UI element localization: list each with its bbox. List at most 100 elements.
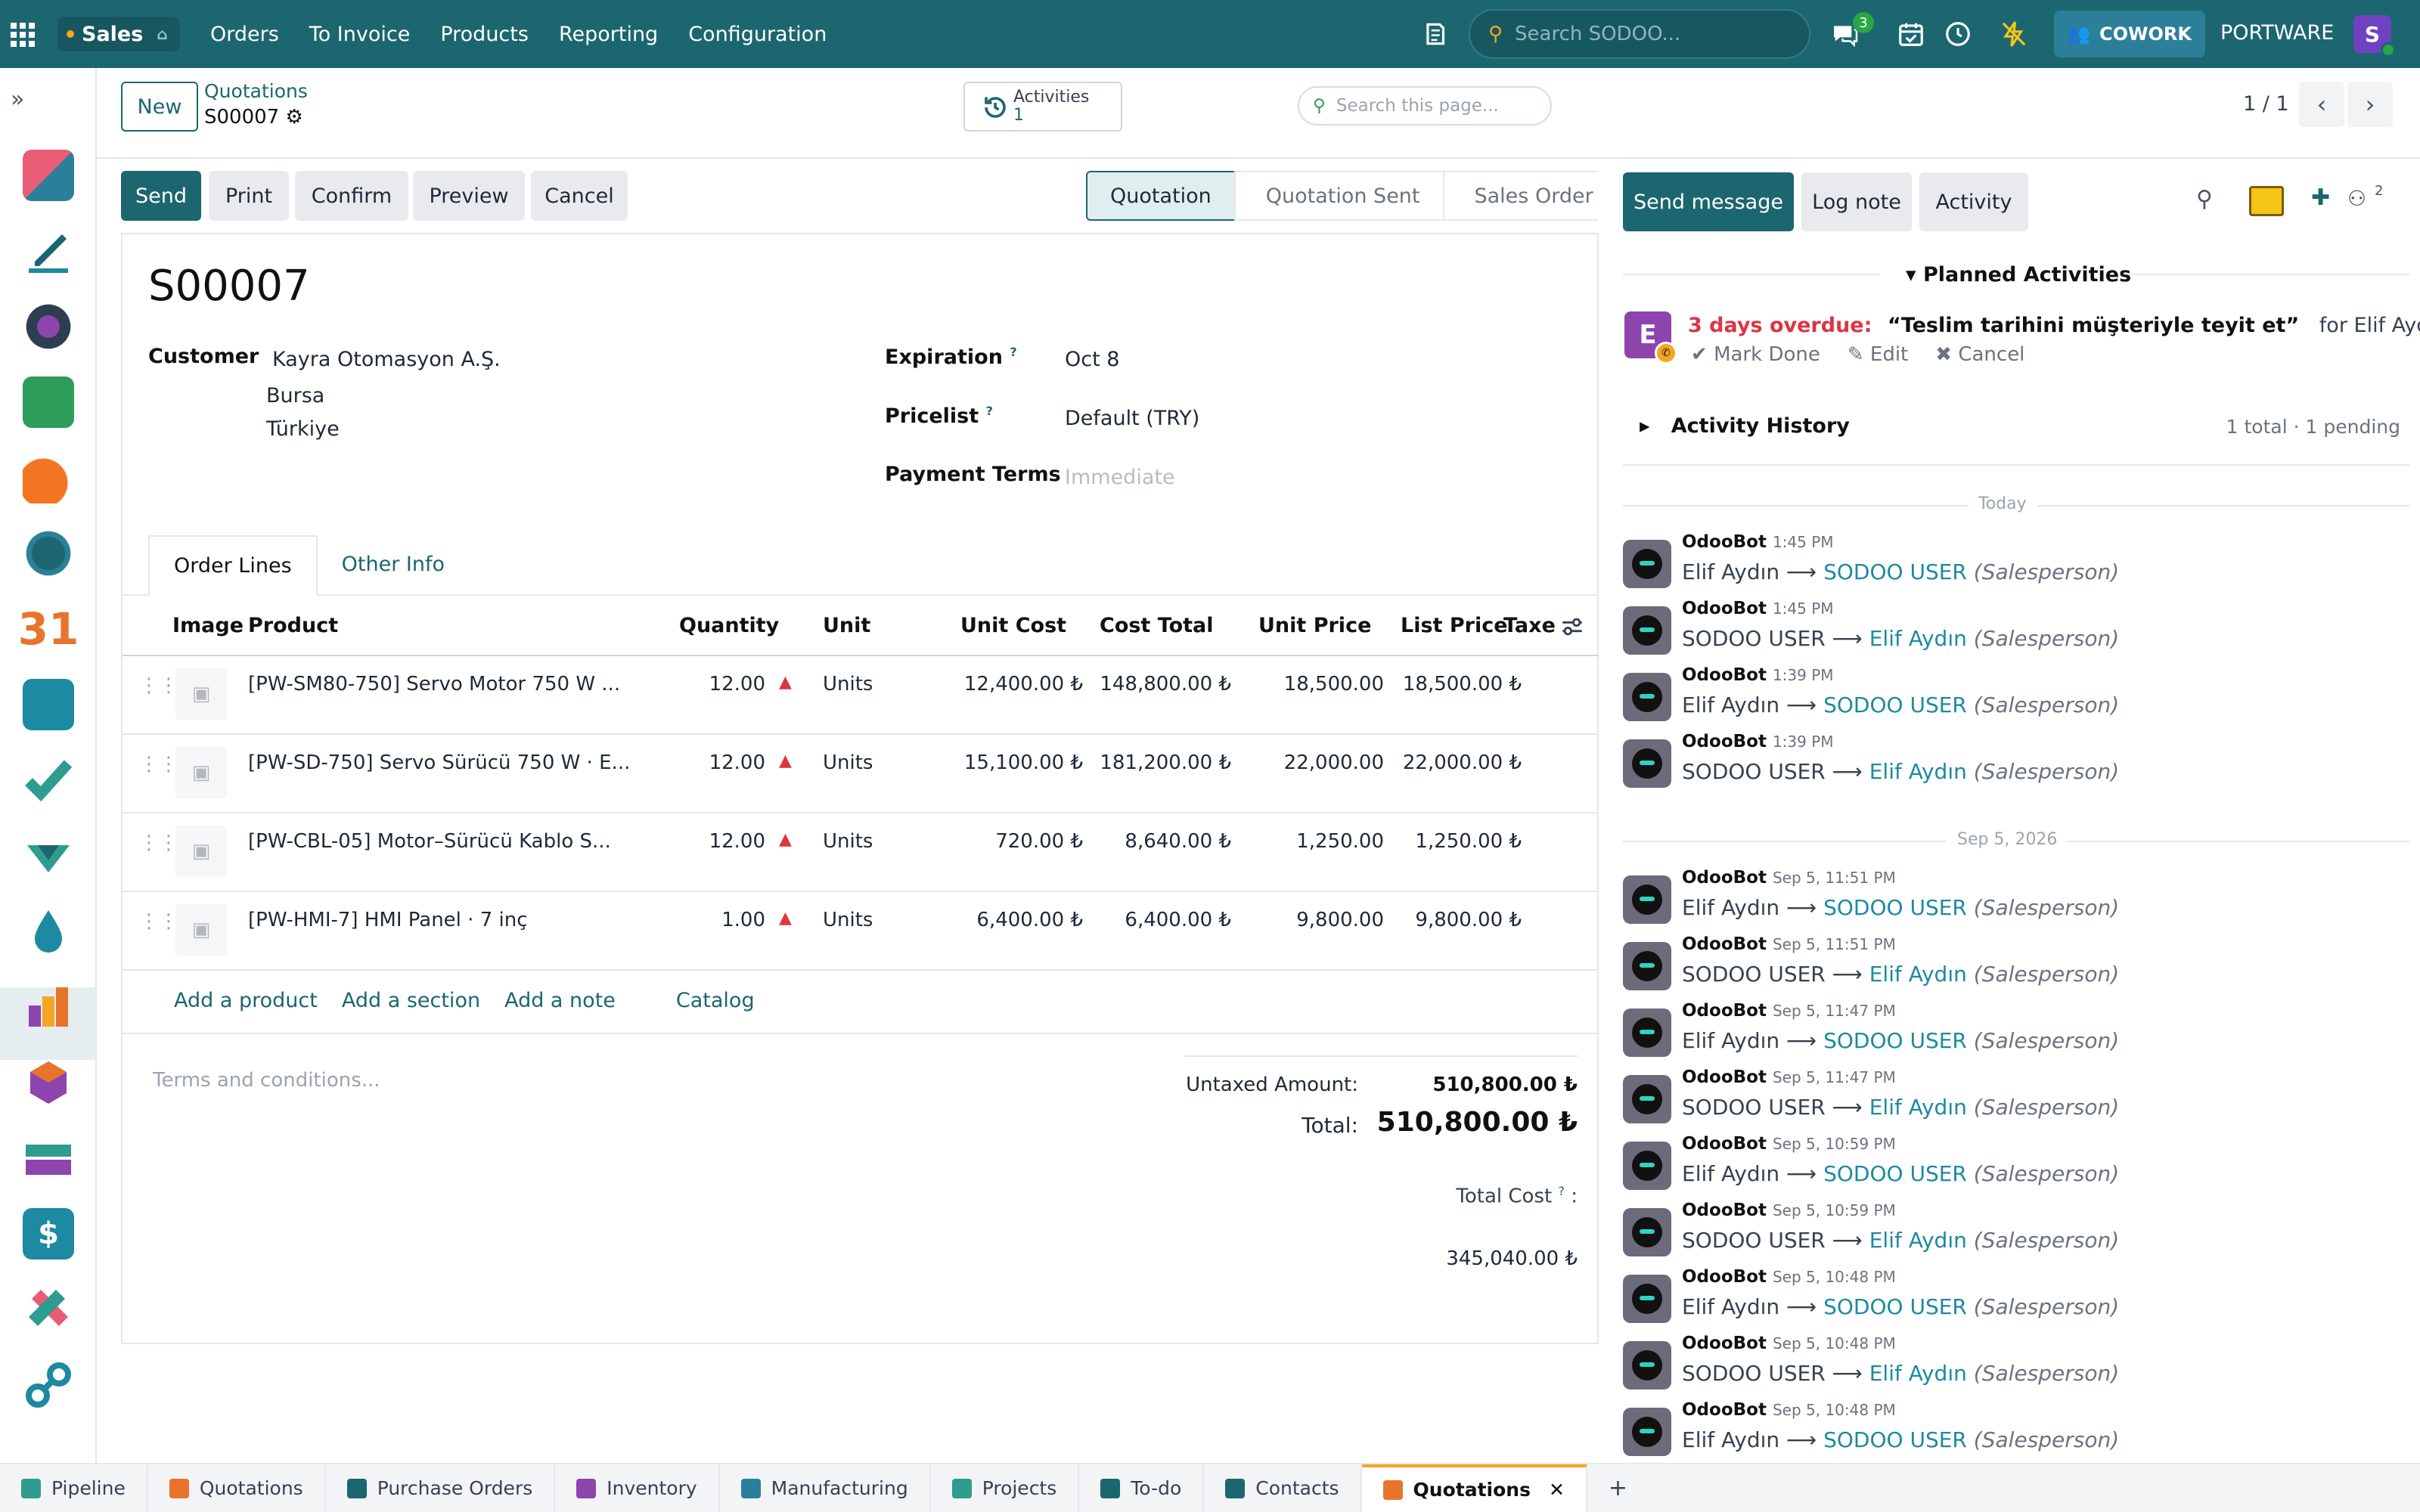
chatter-message[interactable]: OdooBot Sep 5, 10:59 PM Elif Aydın ⟶ SODOO… xyxy=(1623,1134,2409,1202)
line-quantity[interactable]: 12.00 xyxy=(652,751,765,774)
menu-configuration[interactable]: Configuration xyxy=(688,23,827,46)
menu-reporting[interactable]: Reporting xyxy=(559,23,658,46)
purchase-app-icon[interactable] xyxy=(23,1132,74,1184)
col-quantity[interactable]: Quantity xyxy=(679,614,779,637)
project-app-icon[interactable] xyxy=(23,754,74,806)
planned-activities-toggle[interactable]: ▾ Planned Activities xyxy=(1906,263,2131,287)
expiration-help-icon[interactable]: ? xyxy=(1010,345,1016,359)
confirm-button[interactable]: Confirm xyxy=(295,171,408,221)
chatter-message[interactable]: OdooBot Sep 5, 11:51 PM Elif Aydın ⟶ SODOO… xyxy=(1623,868,2409,936)
add-section-link[interactable]: Add a section xyxy=(342,989,480,1012)
menu-products[interactable]: Products xyxy=(440,23,529,46)
status-sales-order[interactable]: Sales Order xyxy=(1442,171,1618,221)
taskbar-item[interactable]: Manufacturing xyxy=(720,1464,931,1512)
taskbar-item[interactable]: To-do xyxy=(1079,1464,1205,1512)
col-cost-total[interactable]: Cost Total xyxy=(1100,614,1214,637)
calendar-check-icon[interactable] xyxy=(1897,20,1925,48)
expiration-field[interactable]: Oct 8 xyxy=(1065,348,1119,371)
forecast-chart-icon[interactable]: ▲ xyxy=(779,673,792,692)
chatter-message[interactable]: OdooBot Sep 5, 10:48 PM SODOO USER ⟶ Elif … xyxy=(1623,1334,2409,1402)
menu-to-invoice[interactable]: To Invoice xyxy=(309,23,411,46)
add-follower-icon[interactable]: ✚ xyxy=(2311,184,2330,211)
total-cost-help-icon[interactable]: ? xyxy=(1558,1184,1565,1198)
table-row[interactable]: ⋮⋮ ▣ [PW-CBL-05] Motor–Sürücü Kablo S...… xyxy=(123,813,1600,892)
col-list-price[interactable]: List Price xyxy=(1401,614,1508,637)
payment-terms-field[interactable]: Immediate xyxy=(1065,466,1175,489)
preview-button[interactable]: Preview xyxy=(413,171,525,221)
terms-input[interactable]: Terms and conditions... xyxy=(153,1069,380,1092)
line-unit[interactable]: Units xyxy=(823,830,873,853)
pager-prev-icon[interactable]: ‹ xyxy=(2299,82,2344,127)
chatter-message[interactable]: OdooBot 1:39 PM Elif Aydın ⟶ SODOO USER (S… xyxy=(1623,665,2409,733)
line-quantity[interactable]: 12.00 xyxy=(652,830,765,853)
drag-handle-icon[interactable]: ⋮⋮ xyxy=(139,910,178,933)
col-unit-cost[interactable]: Unit Cost xyxy=(960,614,1066,637)
cancel-button[interactable]: Cancel xyxy=(531,171,628,221)
chatter-message[interactable]: OdooBot 1:39 PM SODOO USER ⟶ Elif Aydın (S… xyxy=(1623,732,2409,800)
chatter-message[interactable]: OdooBot Sep 5, 10:59 PM SODOO USER ⟶ Elif … xyxy=(1623,1201,2409,1269)
forecast-chart-icon[interactable]: ▲ xyxy=(779,909,792,928)
cowork-button[interactable]: 👥 COWORK xyxy=(2054,11,2205,57)
inventory-app-icon[interactable] xyxy=(23,1057,74,1108)
line-quantity[interactable]: 1.00 xyxy=(652,909,765,931)
employees-app-icon[interactable] xyxy=(23,679,74,730)
column-settings-icon[interactable] xyxy=(1559,614,1585,640)
integration-app-icon[interactable] xyxy=(23,1359,74,1411)
send-message-button[interactable]: Send message xyxy=(1623,172,1794,231)
discuss-app-icon[interactable] xyxy=(23,830,74,881)
table-row[interactable]: ⋮⋮ ▣ [PW-SD-750] Servo Sürücü 750 W · E.… xyxy=(123,735,1600,813)
search-messages-icon[interactable]: ⚲ xyxy=(2196,186,2213,212)
chatter-message[interactable]: OdooBot Sep 5, 10:48 PM Elif Aydın ⟶ SODOO… xyxy=(1623,1400,2409,1468)
gear-icon[interactable]: ⚙ xyxy=(285,106,302,129)
drop-app-icon[interactable] xyxy=(23,906,74,957)
mark-done-button[interactable]: ✔ Mark Done xyxy=(1691,343,1820,366)
calendar-31-app-icon[interactable]: 31 xyxy=(18,603,79,655)
pager-value[interactable]: 1 / 1 xyxy=(2243,92,2289,116)
line-unit[interactable]: Units xyxy=(823,751,873,774)
drag-handle-icon[interactable]: ⋮⋮ xyxy=(139,753,178,776)
print-button[interactable]: Print xyxy=(209,171,289,221)
send-button[interactable]: Send xyxy=(121,171,201,221)
table-row[interactable]: ⋮⋮ ▣ [PW-HMI-7] HMI Panel · 7 inç 1.00 ▲… xyxy=(123,892,1600,971)
tab-order-lines[interactable]: Order Lines xyxy=(148,535,318,596)
customer-field[interactable]: Kayra Otomasyon A.Ş. xyxy=(272,348,501,371)
status-quotation[interactable]: Quotation xyxy=(1086,171,1234,221)
pen-app-icon[interactable] xyxy=(23,225,74,277)
catalog-link[interactable]: Catalog xyxy=(676,989,755,1012)
status-quotation-sent[interactable]: Quotation Sent xyxy=(1233,171,1443,221)
taskbar-item[interactable]: Inventory xyxy=(555,1464,720,1512)
chatter-message[interactable]: OdooBot Sep 5, 10:48 PM Elif Aydın ⟶ SODOO… xyxy=(1623,1267,2409,1335)
edit-activity-button[interactable]: ✎ Edit xyxy=(1848,343,1908,366)
taskbar-item[interactable]: Pipeline xyxy=(0,1464,148,1512)
chatter-message[interactable]: OdooBot 1:45 PM Elif Aydın ⟶ SODOO USER (S… xyxy=(1623,532,2409,600)
pricelist-help-icon[interactable]: ? xyxy=(986,404,993,418)
helpdesk-app-icon[interactable] xyxy=(23,452,74,503)
line-quantity[interactable]: 12.00 xyxy=(652,673,765,696)
app-menu-icon[interactable] xyxy=(11,23,35,47)
col-unit[interactable]: Unit xyxy=(823,614,870,637)
chatter-message[interactable]: OdooBot Sep 5, 11:51 PM SODOO USER ⟶ Elif … xyxy=(1623,934,2409,1002)
user-avatar[interactable]: S xyxy=(2353,15,2396,57)
tab-other-info[interactable]: Other Info xyxy=(318,534,469,594)
line-unit[interactable]: Units xyxy=(823,673,873,696)
taskbar-item[interactable]: Purchase Orders xyxy=(326,1464,556,1512)
lightning-off-icon[interactable] xyxy=(2000,20,2028,48)
chatter-message[interactable]: OdooBot Sep 5, 11:47 PM SODOO USER ⟶ Elif … xyxy=(1623,1067,2409,1136)
pager-next-icon[interactable]: › xyxy=(2347,82,2393,127)
plugin-app-icon[interactable] xyxy=(23,1284,74,1335)
activity-button[interactable]: Activity xyxy=(1919,172,2028,231)
community-app-icon[interactable] xyxy=(23,301,74,352)
taskbar-item[interactable]: Projects xyxy=(931,1464,1080,1512)
documentation-icon[interactable] xyxy=(1422,20,1450,48)
drag-handle-icon[interactable]: ⋮⋮ xyxy=(139,674,178,697)
close-icon[interactable]: ✕ xyxy=(1549,1479,1565,1501)
sales-app-icon[interactable] xyxy=(23,981,74,1033)
global-search[interactable]: ⚲ Search SODOO... xyxy=(1469,9,1810,59)
line-product[interactable]: [PW-CBL-05] Motor–Sürücü Kablo S... xyxy=(248,830,611,853)
clock-icon[interactable] xyxy=(1944,20,1972,48)
add-note-link[interactable]: Add a note xyxy=(504,989,616,1012)
line-product[interactable]: [PW-HMI-7] HMI Panel · 7 inç xyxy=(248,909,528,931)
line-product[interactable]: [PW-SM80-750] Servo Motor 750 W ... xyxy=(248,673,620,696)
line-unit[interactable]: Units xyxy=(823,909,873,931)
line-product[interactable]: [PW-SD-750] Servo Sürücü 750 W · E... xyxy=(248,751,630,774)
